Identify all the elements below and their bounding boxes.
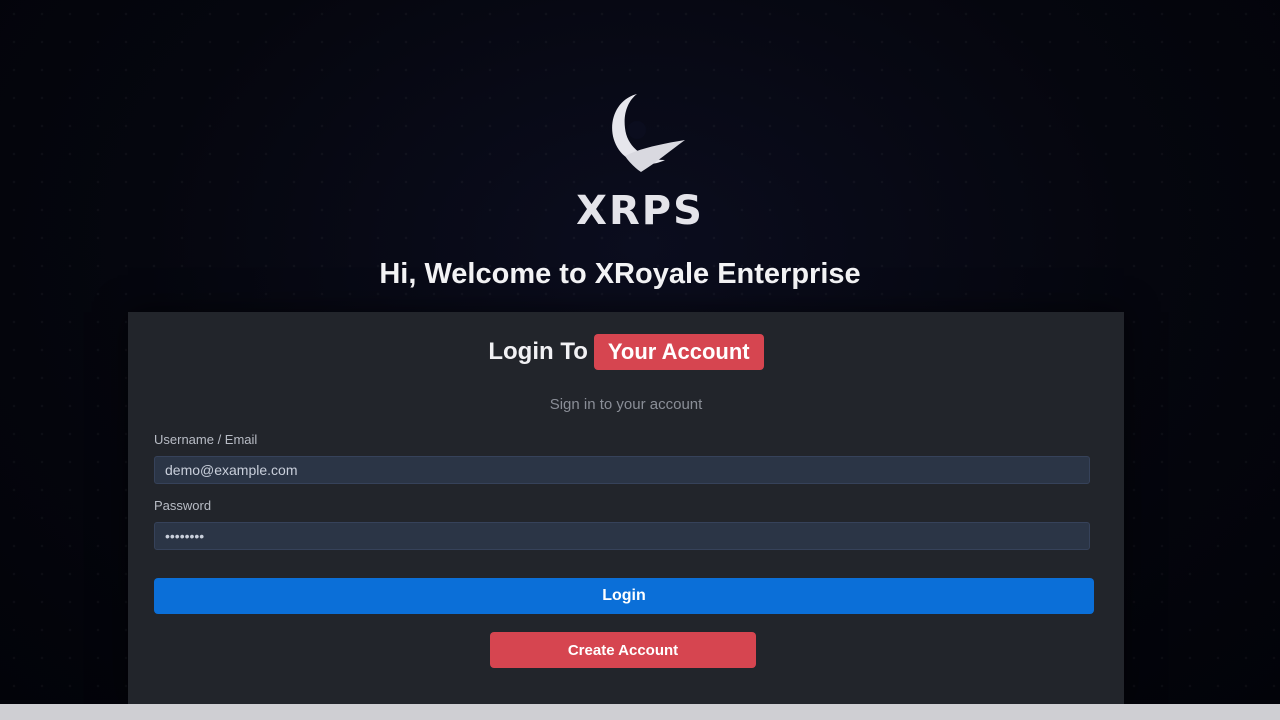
- panel-subtitle: Sign in to your account: [549, 396, 703, 413]
- password-label: Password: [154, 498, 212, 513]
- bottom-bar: [0, 704, 1280, 720]
- login-panel: Login To Your Account Sign in to your ac…: [128, 312, 1124, 704]
- password-input[interactable]: [154, 522, 1090, 550]
- brand-logo: XRPS: [520, 86, 760, 256]
- username-input[interactable]: [154, 456, 1090, 484]
- create-account-button[interactable]: Create Account: [490, 632, 756, 668]
- login-page: XRPS Hi, Welcome to XRoyale Enterprise L…: [0, 0, 1280, 704]
- panel-title-text: Login To: [488, 338, 588, 365]
- brand-wordmark: XRPS: [576, 188, 704, 234]
- welcome-heading: Hi, Welcome to XRoyale Enterprise: [379, 258, 861, 290]
- panel-title: Login To Your Account: [128, 334, 1124, 370]
- crescent-moon-bird-icon: [612, 94, 685, 172]
- login-button[interactable]: Login: [154, 578, 1094, 614]
- username-label: Username / Email: [154, 432, 258, 447]
- panel-title-highlight: Your Account: [593, 334, 764, 370]
